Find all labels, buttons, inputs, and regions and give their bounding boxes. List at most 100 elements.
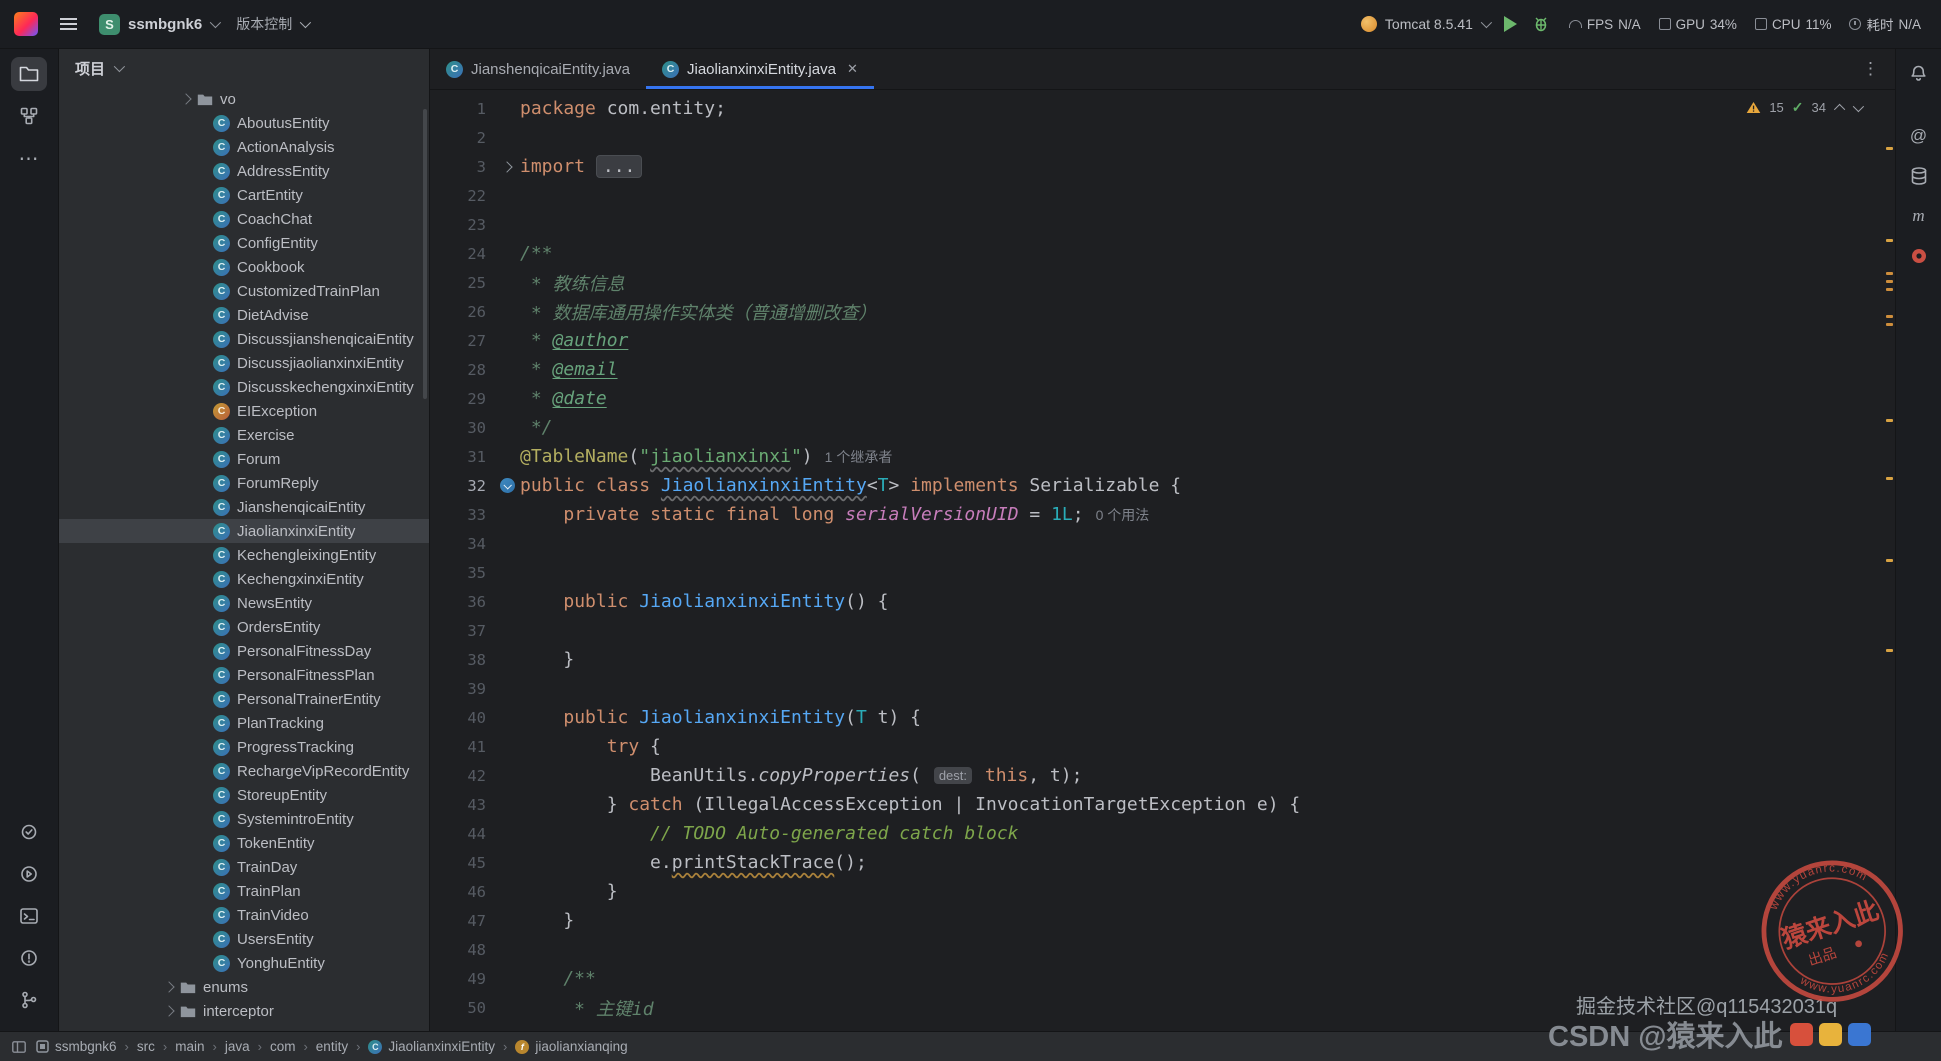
breadcrumb-item-entity[interactable]: entity	[316, 1039, 348, 1054]
tree-item-Cookbook[interactable]: C Cookbook	[59, 255, 429, 279]
tool-button-ai[interactable]: @	[1903, 121, 1935, 151]
code-token: (	[910, 765, 932, 786]
tree-item-TokenEntity[interactable]: C TokenEntity	[59, 831, 429, 855]
code-line: 38 }	[430, 645, 1895, 674]
tree-item-OrdersEntity[interactable]: C OrdersEntity	[59, 615, 429, 639]
breadcrumb-item-JiaolianxinxiEntity[interactable]: C JiaolianxinxiEntity	[368, 1039, 495, 1054]
tree-item-label: DiscussjiaolianxinxiEntity	[237, 354, 404, 372]
debug-button[interactable]	[1532, 15, 1550, 33]
project-panel-header[interactable]: 项目	[59, 49, 429, 87]
run-config-selector[interactable]: Tomcat 8.5.41	[1360, 16, 1492, 32]
breadcrumb-item-java[interactable]: java	[225, 1039, 250, 1054]
breadcrumb-item-ssmbgnk6[interactable]: ssmbgnk6	[36, 1039, 117, 1054]
tree-item-TrainPlan[interactable]: C TrainPlan	[59, 879, 429, 903]
class-icon: C	[213, 378, 230, 396]
tree-item-PersonalTrainerEntity[interactable]: C PersonalTrainerEntity	[59, 687, 429, 711]
class-icon: C	[213, 306, 230, 324]
stripe-mark	[1886, 280, 1893, 283]
tab-options-icon[interactable]: ⋮	[1862, 59, 1879, 79]
tree-item-DiscusskechengxinxiEntity[interactable]: C DiscusskechengxinxiEntity	[59, 375, 429, 399]
tab-JiaolianxinxiEntity.java[interactable]: C JiaolianxinxiEntity.java ✕	[645, 49, 874, 89]
tree-item-ForumReply[interactable]: C ForumReply	[59, 471, 429, 495]
breadcrumb-item-com[interactable]: com	[270, 1039, 296, 1054]
tree-item-DiscussjiaolianxinxiEntity[interactable]: C DiscussjiaolianxinxiEntity	[59, 351, 429, 375]
tree-item-PlanTracking[interactable]: C PlanTracking	[59, 711, 429, 735]
tool-button-more[interactable]: ⋯	[11, 141, 47, 175]
tree-item-Exercise[interactable]: C Exercise	[59, 423, 429, 447]
tool-button-project[interactable]	[11, 57, 47, 91]
chevron-up-icon[interactable]	[1833, 103, 1846, 115]
code-token: jiaolianxinxi	[650, 446, 791, 467]
main-menu-icon[interactable]	[56, 14, 81, 34]
breadcrumb-item-src[interactable]: src	[137, 1039, 155, 1054]
has-implementations-icon[interactable]	[499, 478, 515, 493]
run-button[interactable]	[1503, 16, 1517, 32]
tree-item-RechargeVipRecordEntity[interactable]: C RechargeVipRecordEntity	[59, 759, 429, 783]
tab-JianshenqicaiEntity.java[interactable]: C JianshenqicaiEntity.java	[430, 49, 646, 89]
tree-item-PersonalFitnessPlan[interactable]: C PersonalFitnessPlan	[59, 663, 429, 687]
tree-item-YonghuEntity[interactable]: C YonghuEntity	[59, 951, 429, 975]
tree-item-AboutusEntity[interactable]: C AboutusEntity	[59, 111, 429, 135]
tool-button-problems[interactable]	[11, 941, 47, 975]
tree-item-KechengleixingEntity[interactable]: C KechengleixingEntity	[59, 543, 429, 567]
warning-count: 15	[1769, 100, 1784, 115]
tree-item-TrainVideo[interactable]: C TrainVideo	[59, 903, 429, 927]
inspections-widget[interactable]: 15 ✓ 34	[1746, 99, 1865, 116]
exception-class-icon: C	[213, 402, 230, 420]
tool-button-plugin[interactable]	[1903, 241, 1935, 271]
code-token: public	[520, 475, 586, 496]
tree-item-SystemintroEntity[interactable]: C SystemintroEntity	[59, 807, 429, 831]
tree-item-PersonalFitnessDay[interactable]: C PersonalFitnessDay	[59, 639, 429, 663]
tree-item-JianshenqicaiEntity[interactable]: C JianshenqicaiEntity	[59, 495, 429, 519]
breadcrumb-item-main[interactable]: main	[175, 1039, 204, 1054]
tree-item-AddressEntity[interactable]: C AddressEntity	[59, 159, 429, 183]
tree-item-Forum[interactable]: C Forum	[59, 447, 429, 471]
close-icon[interactable]: ✕	[847, 61, 858, 77]
tree-item-EIException[interactable]: C EIException	[59, 399, 429, 423]
tool-button-git[interactable]	[11, 983, 47, 1017]
tree-item-CoachChat[interactable]: C CoachChat	[59, 207, 429, 231]
tool-button-maven[interactable]: m	[1903, 201, 1935, 231]
tree-item-ActionAnalysis[interactable]: C ActionAnalysis	[59, 135, 429, 159]
code-editor[interactable]: 1 package com.entity; 2 3 import ... 22 23 24/*…	[430, 89, 1895, 1031]
project-widget[interactable]: S ssmbgnk6	[99, 13, 222, 35]
project-tool-window: 项目 vo C AboutusEntity C ActionAnalysis C Addre…	[59, 49, 430, 1031]
tree-item-CartEntity[interactable]: C CartEntity	[59, 183, 429, 207]
project-scrollbar[interactable]	[423, 109, 427, 399]
tree-item-NewsEntity[interactable]: C NewsEntity	[59, 591, 429, 615]
tree-item-DietAdvise[interactable]: C DietAdvise	[59, 303, 429, 327]
tree-item-StoreupEntity[interactable]: C StoreupEntity	[59, 783, 429, 807]
fold-expand-icon[interactable]	[501, 160, 513, 173]
vcs-widget[interactable]: 版本控制	[236, 14, 312, 34]
tree-item-ProgressTracking[interactable]: C ProgressTracking	[59, 735, 429, 759]
tree-item-vo[interactable]: vo	[59, 87, 429, 111]
code-line: 22	[430, 181, 1895, 210]
tree-item-CustomizedTrainPlan[interactable]: C CustomizedTrainPlan	[59, 279, 429, 303]
tree-item-interceptor[interactable]: interceptor	[59, 999, 429, 1023]
tool-button-terminal[interactable]	[11, 899, 47, 933]
chevron-right-icon	[180, 93, 192, 105]
tool-button-commit[interactable]	[11, 815, 47, 849]
stripe-mark	[1886, 239, 1893, 242]
code-token: =	[1018, 504, 1052, 525]
project-tree[interactable]: vo C AboutusEntity C ActionAnalysis C AddressE…	[59, 87, 429, 1031]
tool-button-services[interactable]	[11, 857, 47, 891]
tree-item-ConfigEntity[interactable]: C ConfigEntity	[59, 231, 429, 255]
tool-button-notifications[interactable]	[1903, 59, 1935, 89]
tree-item-TrainDay[interactable]: C TrainDay	[59, 855, 429, 879]
line-number: 45	[467, 853, 486, 872]
class-icon: C	[213, 474, 230, 492]
breadcrumb-label: JiaolianxinxiEntity	[388, 1039, 495, 1054]
tree-item-KechengxinxiEntity[interactable]: C KechengxinxiEntity	[59, 567, 429, 591]
tool-button-structure[interactable]	[11, 99, 47, 133]
tree-item-DiscussjianshenqicaiEntity[interactable]: C DiscussjianshenqicaiEntity	[59, 327, 429, 351]
tree-item-JiaolianxinxiEntity[interactable]: C JiaolianxinxiEntity	[59, 519, 429, 543]
tree-item-label: AddressEntity	[237, 162, 330, 180]
stat-fps: FPS N/A	[1568, 17, 1641, 32]
breadcrumb-item-jiaolianxianqing[interactable]: f jiaolianxianqing	[515, 1039, 628, 1054]
code-line: 28 * @email	[430, 355, 1895, 384]
tree-item-UsersEntity[interactable]: C UsersEntity	[59, 927, 429, 951]
tree-item-enums[interactable]: enums	[59, 975, 429, 999]
tool-button-database[interactable]	[1903, 161, 1935, 191]
